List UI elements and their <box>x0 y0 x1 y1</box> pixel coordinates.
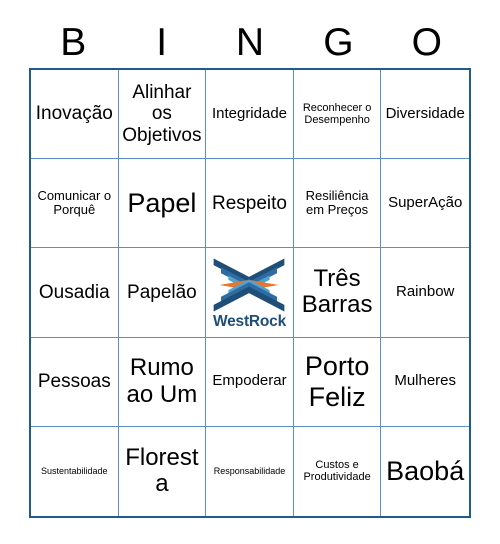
westrock-logo-text: WestRock <box>212 313 287 331</box>
bingo-cell-label: Mulheres <box>394 372 457 390</box>
bingo-cell[interactable]: Inovação <box>31 70 119 160</box>
bingo-cell[interactable]: Papelão <box>118 248 207 338</box>
bingo-cell[interactable]: Floresta <box>118 426 207 516</box>
bingo-cell-label: Inovação <box>35 103 113 125</box>
bingo-cell-label: Comunicar o Porquê <box>37 187 112 218</box>
westrock-logo: WestRock <box>208 257 291 330</box>
bingo-cell[interactable]: Papel <box>118 159 207 249</box>
bingo-cell-label: Reconhecer o Desempenho <box>302 101 372 127</box>
bingo-header: BINGO <box>29 16 471 68</box>
bingo-cell[interactable]: Pessoas <box>31 337 119 427</box>
bingo-cell[interactable]: Comunicar o Porquê <box>31 159 119 249</box>
bingo-cell[interactable]: Responsabilidade <box>206 426 294 516</box>
bingo-cell[interactable]: SuperAção <box>381 159 469 249</box>
bingo-cell-label: Alinhar os Objetivos <box>122 82 202 146</box>
bingo-cell[interactable]: Integridade <box>206 70 294 160</box>
bingo-cell[interactable]: Três Barras <box>293 248 382 338</box>
bingo-header-letter-b: B <box>60 20 87 64</box>
bingo-cell-label: Floresta <box>125 443 199 498</box>
bingo-cell-label: Três Barras <box>301 264 373 319</box>
bingo-cell-label: Baobá <box>386 456 465 487</box>
bingo-cell-label: Rainbow <box>396 283 455 301</box>
bingo-cell[interactable]: Reconhecer o Desempenho <box>293 70 382 160</box>
bingo-cell-label: Respeito <box>211 192 287 214</box>
bingo-cell-label: Empoderar <box>212 372 287 390</box>
bingo-cell-label: Papelão <box>127 281 197 303</box>
bingo-cell[interactable]: Resiliência em Preços <box>293 159 382 249</box>
bingo-cell[interactable]: Porto Feliz <box>293 337 382 427</box>
bingo-cell-label: Diversidade <box>385 104 465 122</box>
bingo-cell-label: Resiliência em Preços <box>305 187 369 218</box>
bingo-cell-label: Papel <box>127 188 197 219</box>
bingo-cell-label: Custos e Produtividade <box>303 459 371 484</box>
bingo-grid: Inovação Alinhar os Objetivos Integridade R… <box>29 68 471 518</box>
bingo-cell[interactable]: Rumo ao Um <box>118 337 207 427</box>
bingo-cell-label: Porto Feliz <box>304 351 370 412</box>
bingo-cell-free-space[interactable]: WestRock <box>206 248 294 338</box>
westrock-diamond-icon <box>214 258 285 312</box>
bingo-cell[interactable]: Custos e Produtividade <box>293 426 382 516</box>
bingo-header-letter-i: I <box>156 20 168 64</box>
bingo-header-letter-o: O <box>411 20 442 64</box>
bingo-cell-label: Integridade <box>211 104 288 122</box>
bingo-header-letter-n: N <box>235 20 265 64</box>
bingo-cell[interactable]: Alinhar os Objetivos <box>118 70 207 160</box>
bingo-cell[interactable]: Mulheres <box>381 337 469 427</box>
bingo-cell[interactable]: Sustentabilidade <box>31 426 119 516</box>
bingo-cell-label: Responsabilidade <box>213 466 286 477</box>
bingo-cell-label: Rumo ao Um <box>126 353 198 408</box>
bingo-cell[interactable]: Empoderar <box>206 337 294 427</box>
bingo-cell-label: Sustentabilidade <box>41 466 108 477</box>
bingo-header-letter-g: G <box>323 20 354 64</box>
bingo-cell[interactable]: Baobá <box>381 426 469 516</box>
bingo-cell[interactable]: Respeito <box>206 159 294 249</box>
bingo-cell-label: Pessoas <box>37 371 111 393</box>
bingo-cell-label: Ousadia <box>38 281 110 303</box>
bingo-cell[interactable]: Rainbow <box>381 248 469 338</box>
bingo-cell[interactable]: Diversidade <box>381 70 469 160</box>
bingo-card: B I N G O Inovação Alinhar os Objetivos Integr… <box>0 0 500 544</box>
bingo-cell-label: SuperAção <box>388 193 463 211</box>
bingo-cell[interactable]: Ousadia <box>31 248 119 338</box>
